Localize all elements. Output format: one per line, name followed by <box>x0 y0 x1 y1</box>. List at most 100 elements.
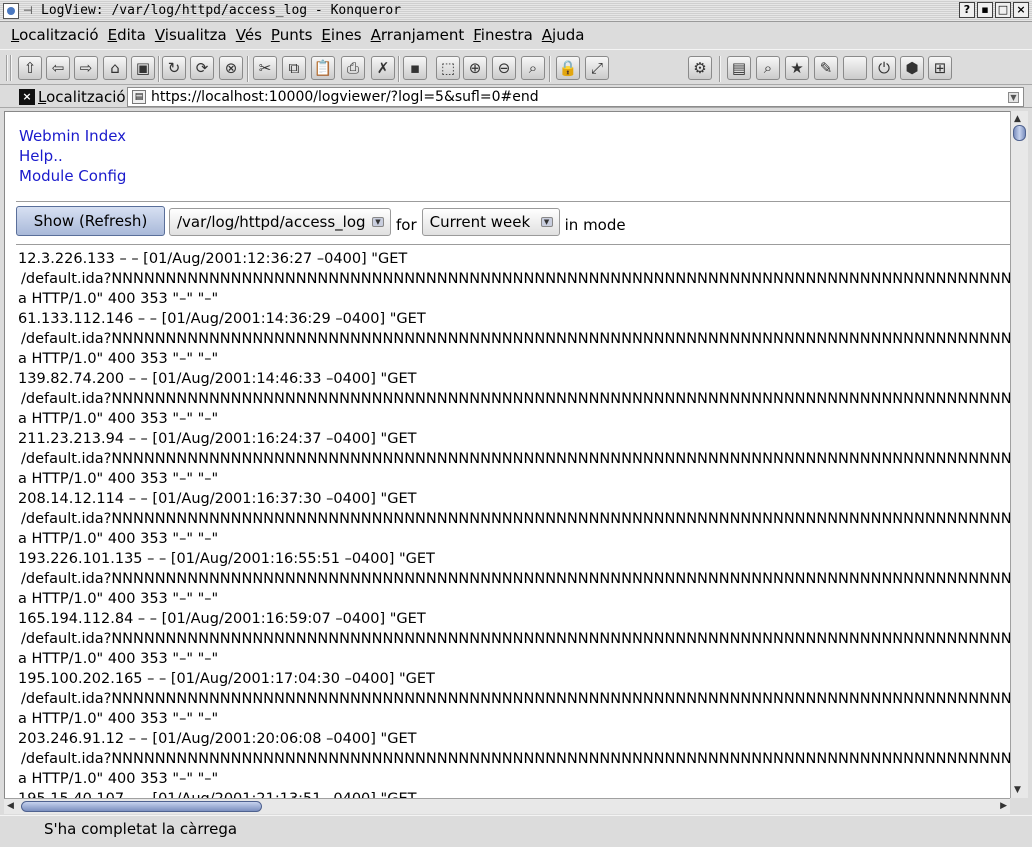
stop-sign-icon[interactable]: ⬢ <box>900 56 924 80</box>
menu-ves[interactable]: Vés <box>236 26 262 44</box>
period-select[interactable]: Current week ▼ <box>421 208 560 236</box>
location-label: Localització <box>38 88 126 106</box>
log-file-select[interactable]: /var/log/httpd/access_log ▼ <box>169 208 391 236</box>
log-status-line: a HTTP/1.0" 400 353 "–" "–" <box>18 771 219 787</box>
minimize-button[interactable]: ▪ <box>977 2 993 18</box>
expand-icon[interactable]: ⤢ <box>585 56 609 80</box>
mode-label: in mode <box>564 216 626 234</box>
paste-icon[interactable]: 📋 <box>311 56 335 80</box>
status-text: S'ha completat la càrrega <box>44 820 238 838</box>
log-path-line: /default.ida?NNNNNNNNNNNNNNNNNNNNNNNNNNN… <box>21 571 1010 587</box>
main-toolbar: ⇧ ⇦ ⇨ ⌂ ▣ ↻ ⟳ ⊗ ✂ ⧉ 📋 ⎙ ✗ ▪ ⬚ ⊕ ⊖ ⌕ 🔒 ⤢ … <box>0 49 1032 85</box>
menu-localitzacio[interactable]: Localització <box>11 26 99 44</box>
log-status-line: a HTTP/1.0" 400 353 "–" "–" <box>18 591 219 607</box>
new-window-icon[interactable]: ▣ <box>131 56 155 80</box>
menu-visualitza[interactable]: Visualitza <box>155 26 227 44</box>
zoom-in-icon[interactable]: ⊕ <box>463 56 487 80</box>
log-request-line: 165.194.112.84 – – [01/Aug/2001:16:59:07… <box>18 611 426 627</box>
bookmark-edit-icon[interactable]: ✎ <box>814 56 838 80</box>
power-icon[interactable]: ⏻ <box>872 56 896 80</box>
log-path-line: /default.ida?NNNNNNNNNNNNNNNNNNNNNNNNNNN… <box>21 691 1010 707</box>
toolbar-separator <box>158 56 160 82</box>
forward-arrow-icon[interactable]: ⇨ <box>74 56 98 80</box>
url-input[interactable]: ▤ https://localhost:10000/logviewer/?log… <box>127 87 1024 107</box>
home-icon[interactable]: ⌂ <box>103 56 127 80</box>
window-icon[interactable]: ▤ <box>727 56 751 80</box>
reload-icon[interactable]: ↻ <box>162 56 186 80</box>
for-label: for <box>396 216 417 234</box>
log-entry: 165.194.112.84 – – [01/Aug/2001:16:59:07… <box>18 609 1010 669</box>
app-icon[interactable] <box>3 2 19 19</box>
log-path-line: /default.ida?NNNNNNNNNNNNNNNNNNNNNNNNNNN… <box>21 511 1010 527</box>
zoom-out-icon[interactable]: ⊖ <box>492 56 516 80</box>
close-button[interactable]: × <box>1013 2 1029 18</box>
cut-icon[interactable]: ✂ <box>253 56 277 80</box>
menu-ajuda[interactable]: Ajuda <box>542 26 585 44</box>
pin-icon[interactable]: ⊣ <box>23 4 39 17</box>
lock-icon[interactable]: 🔒 <box>556 56 580 80</box>
toolbar-grip[interactable] <box>6 55 12 81</box>
title-bar: ⊣ LogView: /var/log/httpd/access_log - K… <box>0 0 1032 22</box>
refresh-icon[interactable]: ⟳ <box>190 56 214 80</box>
log-path-line: /default.ida?NNNNNNNNNNNNNNNNNNNNNNNNNNN… <box>21 631 1010 647</box>
scroll-up-icon[interactable]: ▲ <box>1014 114 1021 124</box>
link-help[interactable]: Help.. <box>19 146 126 166</box>
url-dropdown-icon[interactable]: ▼ <box>1008 92 1019 103</box>
scroll-right-icon[interactable]: ▶ <box>1000 801 1007 811</box>
log-request-line: 139.82.74.200 – – [01/Aug/2001:14:46:33 … <box>18 371 417 387</box>
log-request-line: 211.23.213.94 – – [01/Aug/2001:16:24:37 … <box>18 431 417 447</box>
fullscreen-icon[interactable]: ⬚ <box>436 56 460 80</box>
log-entry: 195.15.40.107 – – [01/Aug/2001:21:13:51 … <box>18 789 1010 798</box>
print-icon[interactable]: ⎙ <box>341 56 365 80</box>
scroll-down-icon[interactable]: ▼ <box>1014 785 1021 795</box>
log-entry: 193.226.101.135 – – [01/Aug/2001:16:55:5… <box>18 549 1010 609</box>
log-status-line: a HTTP/1.0" 400 353 "–" "–" <box>18 531 219 547</box>
scroll-left-icon[interactable]: ◀ <box>7 801 14 811</box>
log-request-line: 195.15.40.107 – – [01/Aug/2001:21:13:51 … <box>18 789 1010 798</box>
log-status-line: a HTTP/1.0" 400 353 "–" "–" <box>18 711 219 727</box>
page-icon: ▤ <box>132 90 146 104</box>
web-content[interactable]: Webmin Index Help.. Module Config Show (… <box>4 111 1010 798</box>
stop-icon[interactable]: ⊗ <box>219 56 243 80</box>
delete-icon[interactable]: ✗ <box>371 56 395 80</box>
vertical-scroll-thumb[interactable] <box>1013 125 1026 141</box>
back-arrow-icon[interactable]: ⇦ <box>46 56 70 80</box>
log-entry: 61.133.112.146 – – [01/Aug/2001:14:36:29… <box>18 309 1010 369</box>
module-links: Webmin Index Help.. Module Config <box>19 126 126 186</box>
location-bar: × Localització ▤ https://localhost:10000… <box>0 86 1032 108</box>
log-entry: 203.246.91.12 – – [01/Aug/2001:20:06:08 … <box>18 729 1010 789</box>
help-button[interactable]: ? <box>959 2 975 18</box>
link-webmin-index[interactable]: Webmin Index <box>19 126 126 146</box>
url-text[interactable]: https://localhost:10000/logviewer/?logl=… <box>151 89 539 105</box>
zoom-fit-icon[interactable]: ⌕ <box>521 56 545 80</box>
up-arrow-icon[interactable]: ⇧ <box>18 56 42 80</box>
menu-arranjament[interactable]: Arranjament <box>371 26 465 44</box>
log-filter-form: Show (Refresh) /var/log/httpd/access_log… <box>16 206 631 236</box>
terminal-icon[interactable]: ▪ <box>403 56 427 80</box>
blank-page-icon[interactable] <box>843 56 867 80</box>
new-tab-icon[interactable]: ⊞ <box>928 56 952 80</box>
clear-location-icon[interactable]: × <box>19 89 35 105</box>
menu-eines[interactable]: Eines <box>321 26 361 44</box>
maximize-button[interactable]: □ <box>995 2 1011 18</box>
menu-punts[interactable]: Punts <box>271 26 313 44</box>
horizontal-scrollbar[interactable]: ◀ ▶ <box>4 798 1010 814</box>
copy-icon[interactable]: ⧉ <box>282 56 306 80</box>
menu-edita[interactable]: Edita <box>108 26 146 44</box>
toolbar-separator <box>247 56 249 82</box>
link-module-config[interactable]: Module Config <box>19 166 126 186</box>
log-entry: 139.82.74.200 – – [01/Aug/2001:14:46:33 … <box>18 369 1010 429</box>
show-refresh-button[interactable]: Show (Refresh) <box>16 206 165 236</box>
chevron-down-icon: ▼ <box>372 217 384 227</box>
log-request-line: 12.3.226.133 – – [01/Aug/2001:12:36:27 –… <box>18 251 408 267</box>
gear-icon[interactable]: ⚙ <box>688 56 712 80</box>
find-icon[interactable]: ⌕ <box>756 56 780 80</box>
log-entry: 211.23.213.94 – – [01/Aug/2001:16:24:37 … <box>18 429 1010 489</box>
log-status-line: a HTTP/1.0" 400 353 "–" "–" <box>18 651 219 667</box>
bookmark-icon[interactable]: ★ <box>785 56 809 80</box>
log-status-line: a HTTP/1.0" 400 353 "–" "–" <box>18 351 219 367</box>
window-title: LogView: /var/log/httpd/access_log - Kon… <box>41 3 402 18</box>
vertical-scrollbar[interactable]: ▲ ▼ <box>1010 111 1028 798</box>
horizontal-scroll-thumb[interactable] <box>21 801 262 812</box>
menu-finestra[interactable]: Finestra <box>473 26 533 44</box>
